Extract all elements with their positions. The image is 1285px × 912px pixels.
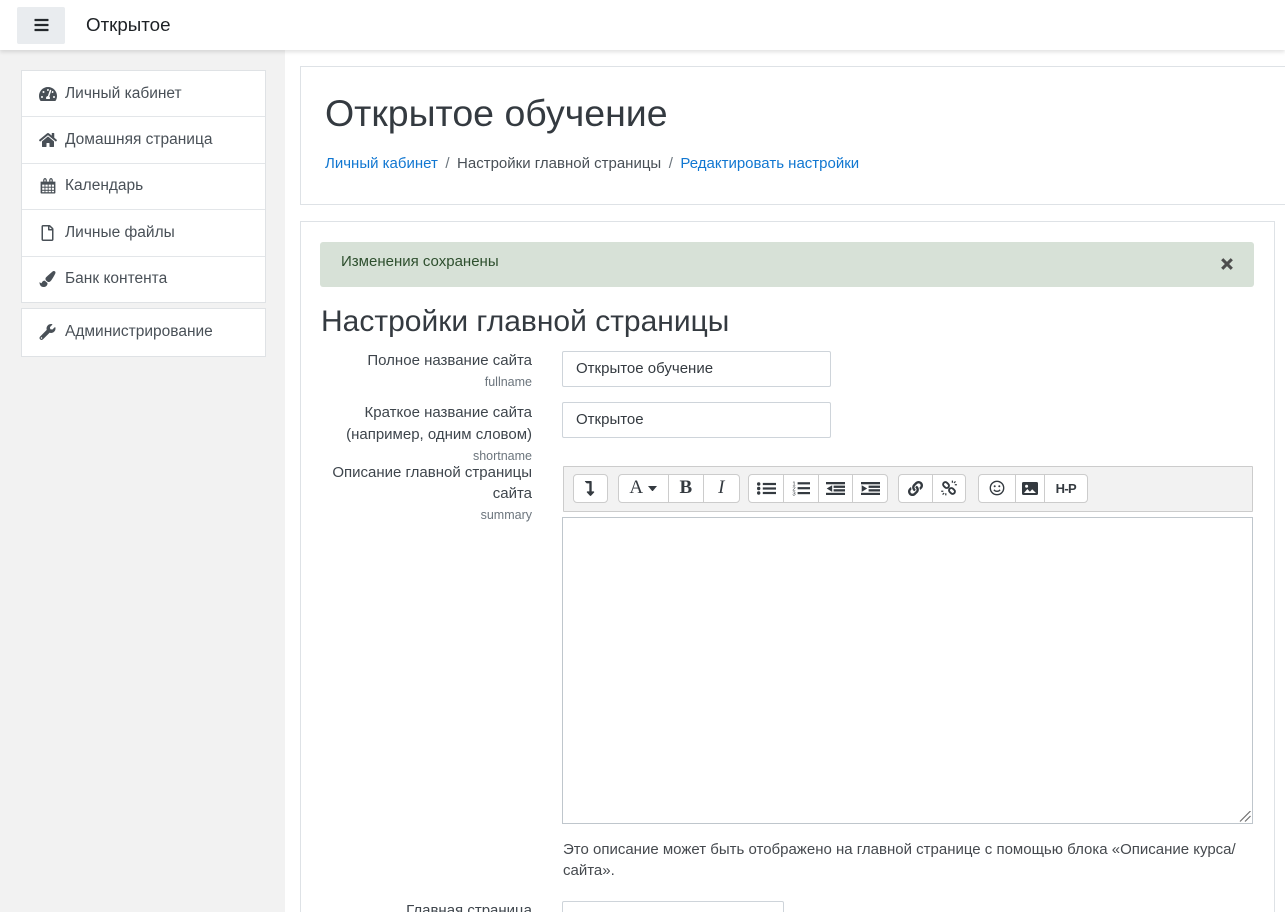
svg-text:3: 3 bbox=[792, 491, 796, 496]
